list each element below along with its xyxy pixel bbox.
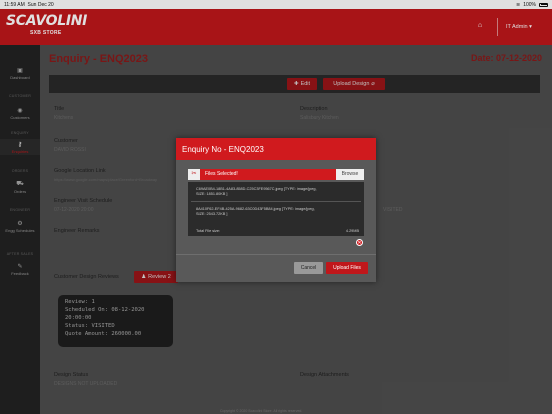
file-divider	[191, 201, 361, 202]
total-file-size-value: 4.29MB	[345, 229, 359, 233]
total-file-size-row: Total File size: 4.29MB	[188, 227, 364, 236]
file-entry: C69AE0B4-18B1-4A83-858D-C25C3FE9567C.jpe…	[196, 187, 361, 197]
upload-files-modal: Enquiry No - ENQ2023 ✂ Files Selected! B…	[176, 138, 376, 282]
modal-title: Enquiry No - ENQ2023	[176, 138, 376, 160]
cancel-button[interactable]: Cancel	[294, 262, 323, 274]
clear-files-icon[interactable]: ✕	[356, 239, 363, 246]
upload-files-button[interactable]: Upload Files	[326, 262, 368, 274]
total-file-size-label: Total File size:	[196, 229, 221, 233]
file-size: SIZE: 1851.80KB ]	[196, 192, 228, 196]
selected-files-list: C69AE0B4-18B1-4A83-858D-C25C3FE9567C.jpe…	[188, 182, 364, 231]
file-size: SIZE: 2543.72KB ]	[196, 212, 228, 216]
file-picker: ✂ Files Selected! Browse	[188, 169, 364, 180]
modal-footer-divider	[176, 254, 376, 255]
browse-button[interactable]: Browse	[336, 169, 364, 180]
paperclip-icon: ✂	[188, 169, 200, 180]
files-selected-text: Files Selected!	[200, 169, 336, 180]
file-entry: 8A410F62-EF4B-425A-9682-63C0D43F5B84.jpe…	[196, 207, 361, 217]
